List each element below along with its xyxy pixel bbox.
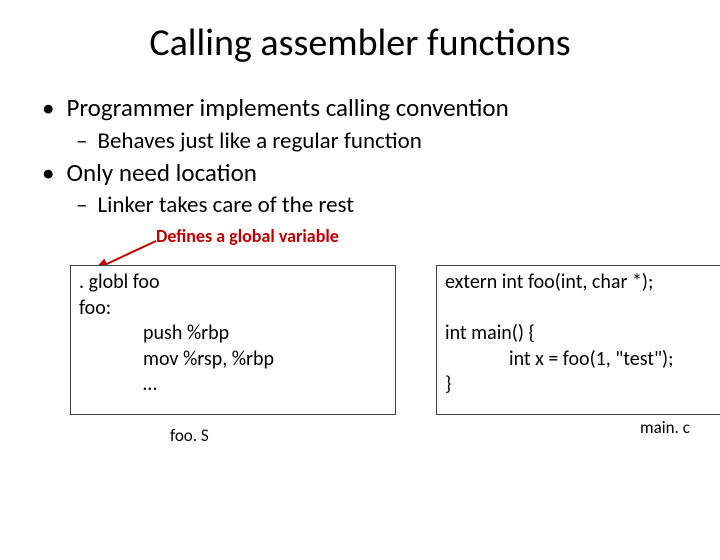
bullet-marker: •	[42, 157, 54, 190]
code-line: int main() {	[445, 321, 720, 347]
code-line: . globl foo	[79, 270, 387, 296]
bullet-text: Only need location	[66, 157, 256, 188]
code-line: foo:	[79, 296, 387, 322]
code-box-c: extern int foo(int, char *); int main() …	[436, 265, 720, 415]
bullet-text: Behaves just like a regular function	[97, 127, 421, 155]
code-box-assembly: . globl foo foo: push %rbp mov %rsp, %rb…	[70, 265, 396, 415]
bullet-subitem: – Behaves just like a regular function	[42, 127, 700, 155]
code-line: }	[445, 372, 720, 398]
bullet-subitem: – Linker takes care of the rest	[42, 191, 700, 219]
code-line: mov %rsp, %rbp	[79, 347, 387, 373]
slide-content: • Programmer implements calling conventi…	[0, 92, 720, 247]
file-label-c: main. c	[640, 417, 690, 438]
bullet-marker: –	[76, 127, 87, 155]
file-label-assembly: foo. S	[170, 425, 209, 446]
code-line: int x = foo(1, "test");	[445, 347, 720, 373]
bullet-text: Linker takes care of the rest	[97, 191, 354, 219]
bullet-marker: •	[42, 92, 54, 125]
bullet-text: Programmer implements calling convention	[66, 92, 508, 123]
bullet-marker: –	[76, 191, 87, 219]
code-line	[445, 296, 720, 322]
bullet-item: • Only need location	[42, 157, 700, 190]
code-line: extern int foo(int, char *);	[445, 270, 720, 296]
bullet-item: • Programmer implements calling conventi…	[42, 92, 700, 125]
slide-title: Calling assembler functions	[0, 20, 720, 66]
code-line: …	[79, 372, 387, 398]
code-line: push %rbp	[79, 321, 387, 347]
